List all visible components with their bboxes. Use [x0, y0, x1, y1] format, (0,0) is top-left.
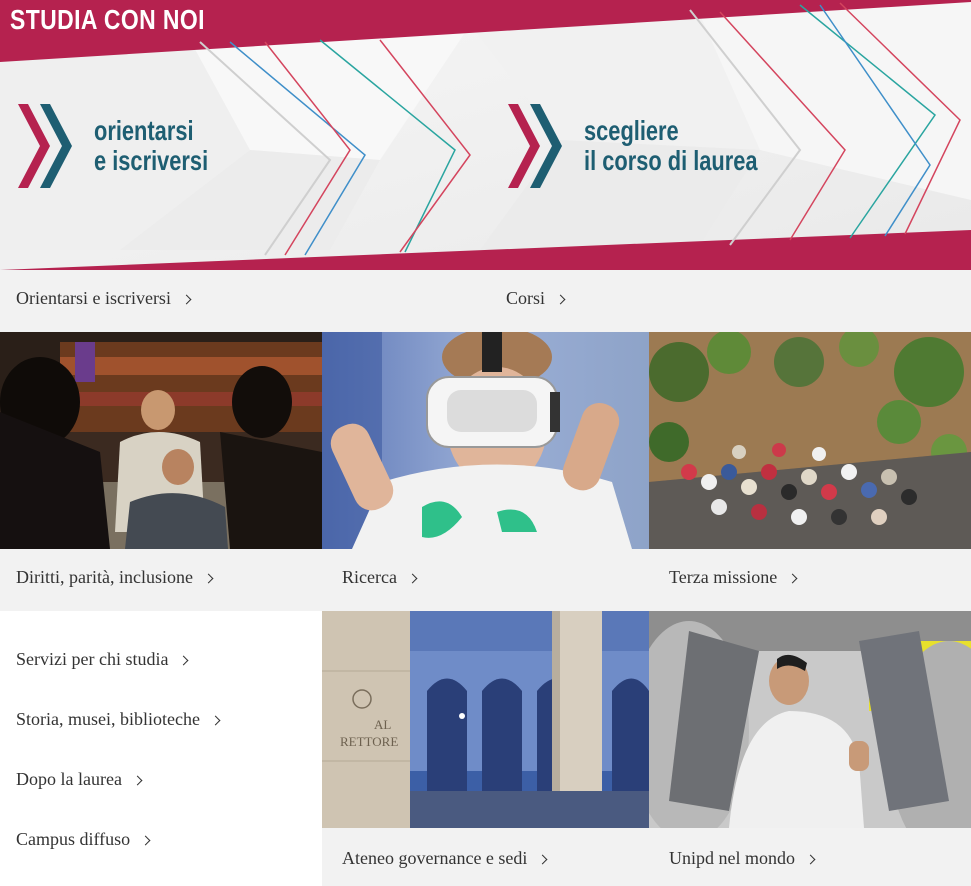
tile-ricerca[interactable]: Ricerca — [322, 332, 649, 611]
student-mechanical-structure-photo — [649, 611, 971, 828]
promo-line-1: scegliere — [584, 115, 679, 146]
link-label: Campus diffuso — [16, 829, 131, 849]
tile-ateneo[interactable]: AL RETTORE Ateneo governance e sedi — [322, 611, 649, 886]
tile-terza-missione[interactable]: Terza missione — [649, 332, 971, 611]
promo-corso-di-laurea[interactable]: scegliere il corso di laurea — [508, 104, 807, 188]
hero-banner: STUDIA CON NOI orientarsi e iscriversi s… — [0, 0, 971, 270]
tile-label-bar: Ricerca — [322, 549, 649, 611]
tile-unipd-nel-mondo[interactable]: Unipd nel mondo — [649, 611, 971, 886]
secondary-links-panel: Servizi per chi studia Storia, musei, bi… — [0, 611, 322, 886]
chevron-right-icon — [805, 854, 816, 865]
promo-line-2: e iscriversi — [94, 145, 209, 176]
al-rettore-building-photo: AL RETTORE — [322, 611, 649, 828]
child-vr-headset-photo — [322, 332, 649, 549]
link-servizi[interactable]: Servizi per chi studia — [16, 649, 189, 670]
engraved-text-al: AL — [374, 717, 391, 732]
tile-label: Unipd nel mondo — [669, 848, 795, 868]
tile-link[interactable]: Ricerca — [342, 567, 418, 588]
link-corsi[interactable]: Corsi — [506, 288, 566, 309]
engraved-text-rettore: RETTORE — [340, 734, 398, 749]
promo-orientarsi[interactable]: orientarsi e iscriversi — [18, 104, 240, 188]
section-title: STUDIA CON NOI — [10, 4, 205, 35]
tile-link[interactable]: Ateneo governance e sedi — [342, 848, 548, 869]
chevron-right-icon — [537, 854, 548, 865]
link-label: Storia, musei, biblioteche — [16, 709, 200, 729]
link-label: Dopo la laurea — [16, 769, 122, 789]
chevron-right-icon — [132, 775, 143, 786]
promo-line-2: il corso di laurea — [584, 145, 758, 176]
tile-label-bar: Unipd nel mondo — [649, 828, 971, 886]
promo-text: orientarsi e iscriversi — [94, 116, 208, 176]
promo-text: scegliere il corso di laurea — [584, 116, 758, 176]
chevron-right-icon — [787, 573, 798, 584]
tile-link[interactable]: Diritti, parità, inclusione — [16, 567, 214, 588]
chevron-right-icon — [407, 573, 418, 584]
link-label: Orientarsi e iscriversi — [16, 288, 171, 308]
chevron-right-icon — [140, 835, 151, 846]
link-label: Corsi — [506, 288, 546, 308]
chevron-right-icon — [203, 573, 214, 584]
hero-links-bar: Orientarsi e iscriversi Corsi — [0, 270, 971, 332]
tile-label-bar: Ateneo governance e sedi — [322, 828, 649, 886]
double-chevron-icon — [18, 104, 72, 188]
link-storia-musei[interactable]: Storia, musei, biblioteche — [16, 709, 221, 730]
double-chevron-icon — [508, 104, 562, 188]
tile-diritti[interactable]: Diritti, parità, inclusione — [0, 332, 322, 611]
tile-link[interactable]: Unipd nel mondo — [669, 848, 816, 869]
tile-label: Ricerca — [342, 567, 397, 587]
link-orientarsi-iscriversi[interactable]: Orientarsi e iscriversi — [16, 288, 192, 309]
chevron-right-icon — [555, 294, 566, 305]
tile-label: Diritti, parità, inclusione — [16, 567, 193, 587]
tile-label-bar: Diritti, parità, inclusione — [0, 549, 322, 611]
botanical-garden-crowd-photo — [649, 332, 971, 549]
link-label: Servizi per chi studia — [16, 649, 169, 669]
chevron-right-icon — [181, 294, 192, 305]
link-campus-diffuso[interactable]: Campus diffuso — [16, 829, 151, 850]
chevron-right-icon — [179, 655, 189, 666]
link-dopo-laurea[interactable]: Dopo la laurea — [16, 769, 143, 790]
tile-label-bar: Terza missione — [649, 549, 971, 611]
students-sitting-photo — [0, 332, 322, 549]
chevron-right-icon — [210, 715, 221, 726]
tile-label: Terza missione — [669, 567, 778, 587]
tile-label: Ateneo governance e sedi — [342, 848, 528, 868]
tile-link[interactable]: Terza missione — [669, 567, 798, 588]
promo-line-1: orientarsi — [94, 115, 194, 146]
